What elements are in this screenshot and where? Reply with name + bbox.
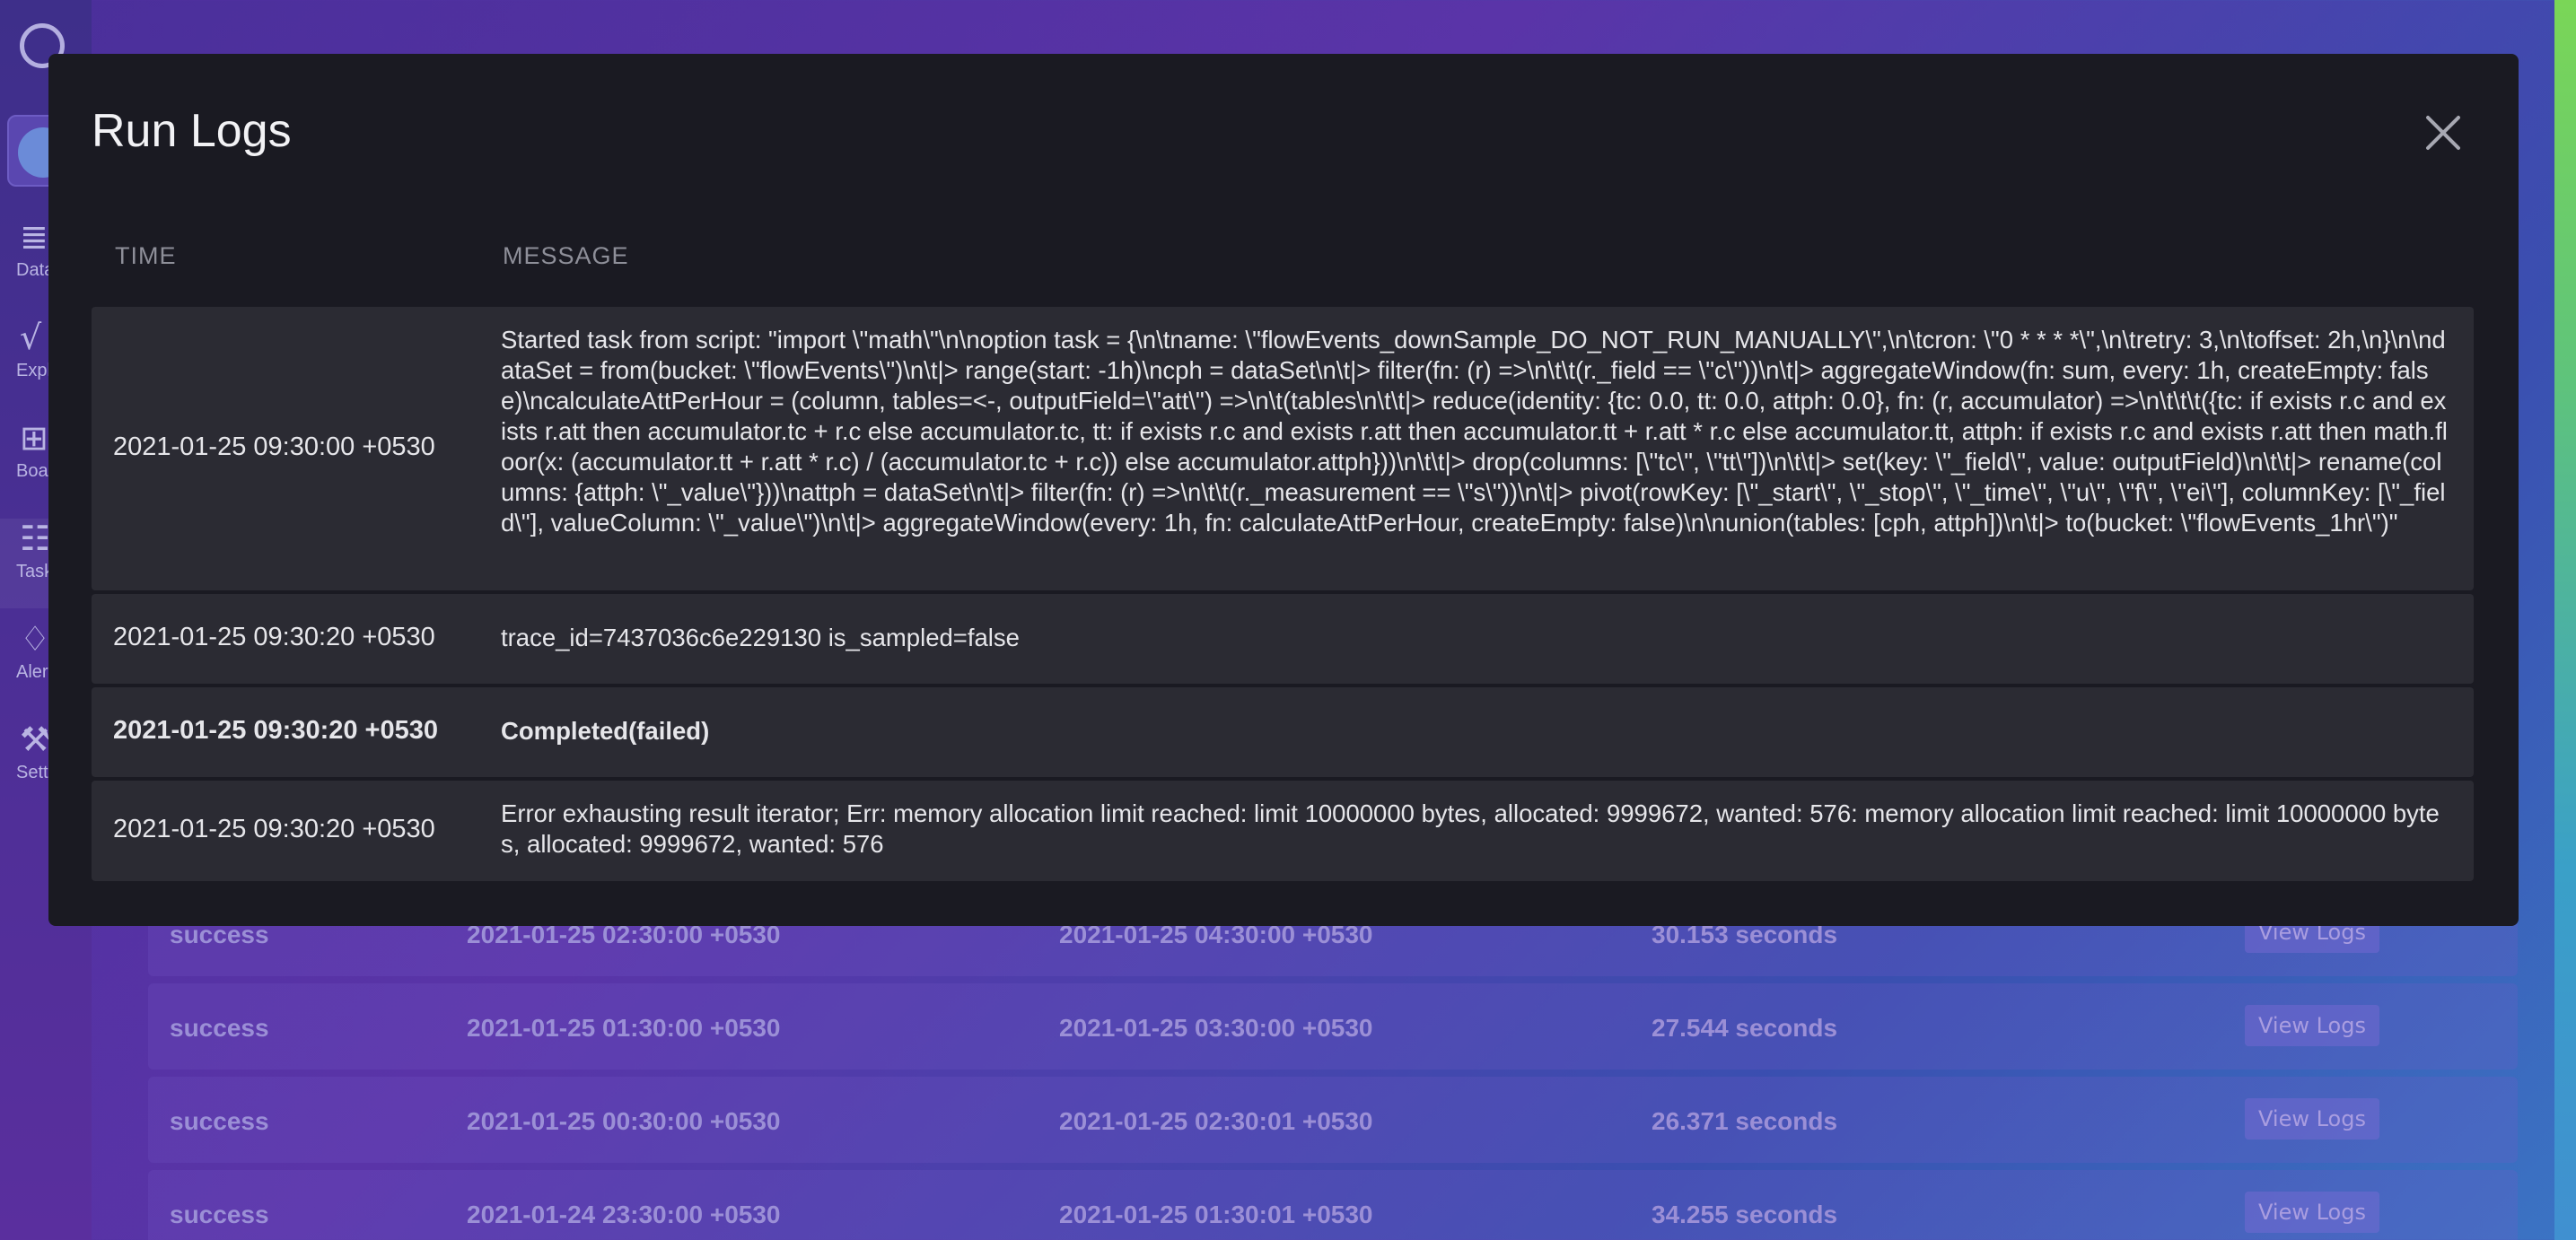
close-icon[interactable]	[2418, 108, 2468, 158]
view-logs-button[interactable]: View Logs	[2245, 1192, 2379, 1233]
column-header-time: TIME	[115, 242, 177, 269]
log-row: 2021-01-25 09:30:00 +0530 Started task f…	[92, 307, 2474, 590]
log-row: 2021-01-25 09:30:20 +0530 Error exhausti…	[92, 781, 2474, 881]
log-row: 2021-01-25 09:30:20 +0530 trace_id=74370…	[92, 594, 2474, 684]
settings-icon: ⚒	[20, 720, 51, 759]
table-row: success 2021-01-25 01:30:00 +0530 2021-0…	[148, 983, 2518, 1070]
log-time: 2021-01-25 09:30:20 +0530	[113, 815, 435, 843]
view-logs-button[interactable]: View Logs	[2245, 1005, 2379, 1046]
modal-title: Run Logs	[92, 105, 292, 157]
run-duration: 34.255 seconds	[1652, 1201, 1838, 1228]
run-scheduled: 2021-01-25 01:30:00 +0530	[467, 1014, 781, 1042]
log-time: 2021-01-25 09:30:20 +0530	[113, 623, 435, 651]
run-scheduled: 2021-01-25 00:30:00 +0530	[467, 1107, 781, 1135]
explore-icon: √	[20, 318, 42, 357]
table-row: success 2021-01-24 23:30:00 +0530 2021-0…	[148, 1170, 2518, 1240]
run-duration: 27.544 seconds	[1652, 1014, 1838, 1042]
run-status: success	[170, 1014, 269, 1042]
run-duration: 26.371 seconds	[1652, 1107, 1838, 1135]
run-finished: 2021-01-25 02:30:01 +0530	[1059, 1107, 1373, 1135]
log-message: Error exhausting result iterator; Err: m…	[501, 799, 2440, 858]
boards-icon: ⊞	[20, 418, 48, 458]
column-header-message: MESSAGE	[503, 242, 629, 269]
run-finished: 2021-01-25 01:30:01 +0530	[1059, 1201, 1373, 1228]
table-row: success 2021-01-25 00:30:00 +0530 2021-0…	[148, 1077, 2518, 1163]
page-edge	[2554, 0, 2576, 1240]
run-scheduled: 2021-01-24 23:30:00 +0530	[467, 1201, 781, 1228]
log-message: Completed(failed)	[501, 717, 710, 745]
log-message: trace_id=7437036c6e229130 is_sampled=fal…	[501, 624, 1020, 651]
view-logs-button[interactable]: View Logs	[2245, 1098, 2379, 1140]
log-message: Started task from script: "import \"math…	[501, 326, 2448, 537]
log-time: 2021-01-25 09:30:20 +0530	[113, 716, 438, 745]
run-status: success	[170, 1201, 269, 1228]
tasks-icon: ☷	[20, 519, 51, 558]
run-finished: 2021-01-25 03:30:00 +0530	[1059, 1014, 1373, 1042]
log-time: 2021-01-25 09:30:00 +0530	[113, 432, 435, 461]
run-logs-modal: Run Logs TIME MESSAGE 2021-01-25 09:30:0…	[48, 54, 2519, 926]
log-row: 2021-01-25 09:30:20 +0530 Completed(fail…	[92, 687, 2474, 777]
run-status: success	[170, 1107, 269, 1135]
database-icon: ≣	[20, 217, 48, 257]
alerts-icon: ♢	[20, 619, 51, 659]
